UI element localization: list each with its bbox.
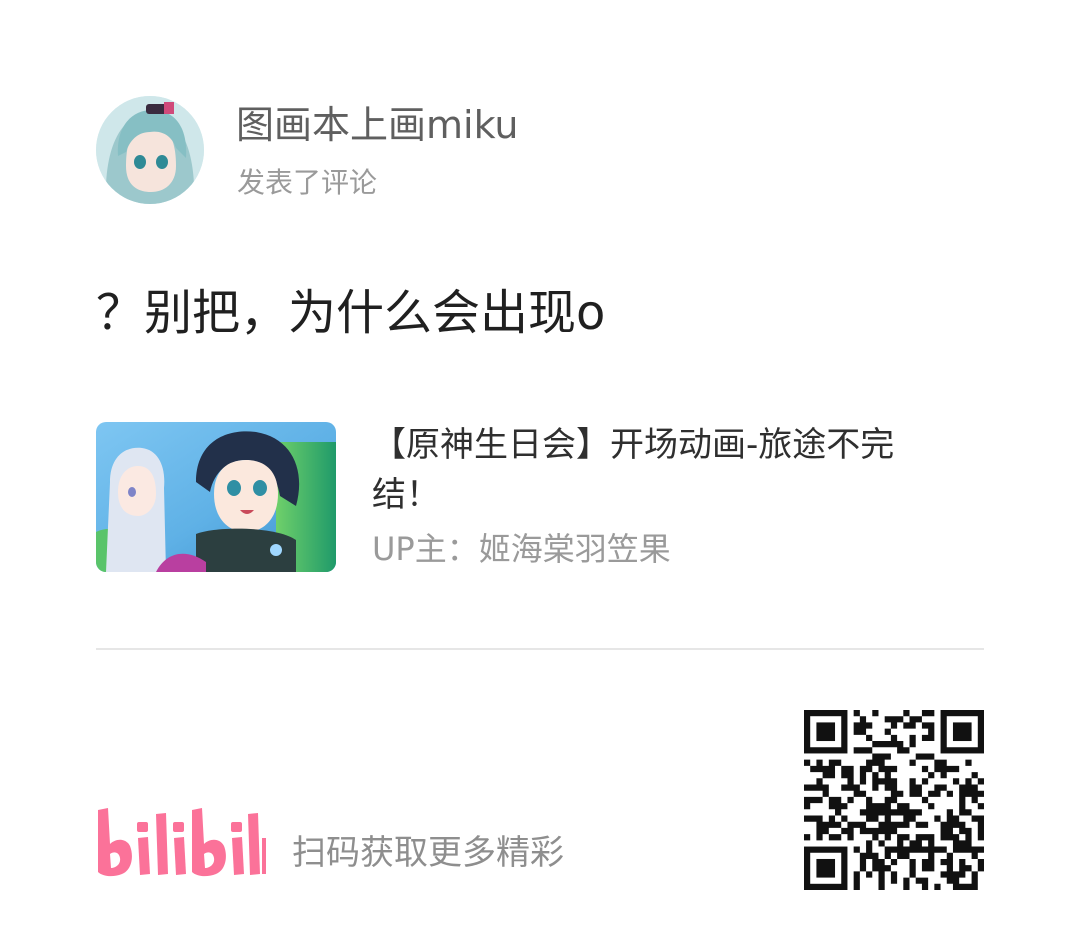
bilibili-logo <box>94 808 266 880</box>
author-action-text: 发表了评论 <box>237 166 378 199</box>
comment-text: ？别把，为什么会出现o <box>96 285 606 341</box>
video-thumbnail[interactable] <box>96 422 336 572</box>
qr-code <box>804 710 984 890</box>
video-up-name[interactable]: UP主：姬海棠羽笠果 <box>372 526 671 572</box>
footer-slogan: 扫码获取更多精彩 <box>292 833 564 873</box>
author-avatar[interactable] <box>96 96 204 204</box>
video-title[interactable]: 【原神生日会】开场动画-旅途不完结！ <box>372 420 952 520</box>
video-card[interactable]: 【原神生日会】开场动画-旅途不完结！ UP主：姬海棠羽笠果 <box>96 420 984 576</box>
divider <box>96 648 984 650</box>
author-name[interactable]: 图画本上画miku <box>236 100 519 150</box>
